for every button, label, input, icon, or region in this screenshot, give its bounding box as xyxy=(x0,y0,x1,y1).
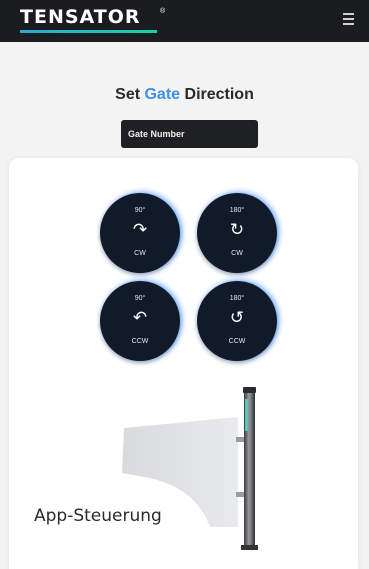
logo-text: TENSATOR xyxy=(20,6,141,28)
speed-gate-illustration xyxy=(122,387,258,550)
degrees-label: 180° xyxy=(229,295,245,302)
top-bar: TENSATOR ® xyxy=(0,0,369,42)
degrees-label: 90° xyxy=(134,207,146,214)
direction-label: CW xyxy=(231,250,243,257)
logo-underline xyxy=(20,30,157,33)
degrees-label: 90° xyxy=(134,295,146,302)
rotate-180-cw-button[interactable]: 180° ↻ CW xyxy=(197,193,277,273)
direction-label: CW xyxy=(134,250,146,257)
title-accent: Gate xyxy=(144,86,181,103)
degrees-label: 180° xyxy=(229,207,245,214)
rotate-cw-180-icon: ↻ xyxy=(229,220,245,240)
page-title: Set Gate Direction xyxy=(0,86,369,104)
direction-label: CCW xyxy=(228,338,246,345)
title-suffix: Direction xyxy=(180,86,254,103)
rotate-180-ccw-button[interactable]: 180° ↺ CCW xyxy=(197,281,277,361)
hamburger-menu-icon[interactable] xyxy=(343,13,355,27)
direction-label: CCW xyxy=(131,338,149,345)
rotate-90-cw-button[interactable]: 90° ↷ CW xyxy=(100,193,180,273)
rotate-ccw-180-icon: ↺ xyxy=(229,308,245,328)
gate-number-field[interactable]: Gate Number xyxy=(121,120,258,148)
rotate-ccw-90-icon: ↶ xyxy=(132,308,148,328)
caption-text: App-Steuerung xyxy=(34,506,162,526)
rotate-cw-90-icon: ↷ xyxy=(132,220,148,240)
title-prefix: Set xyxy=(115,86,145,103)
rotate-90-ccw-button[interactable]: 90° ↶ CCW xyxy=(100,281,180,361)
registered-mark: ® xyxy=(160,8,166,15)
app-screen: TENSATOR ® Set Gate Direction Gate Numbe… xyxy=(0,0,369,569)
